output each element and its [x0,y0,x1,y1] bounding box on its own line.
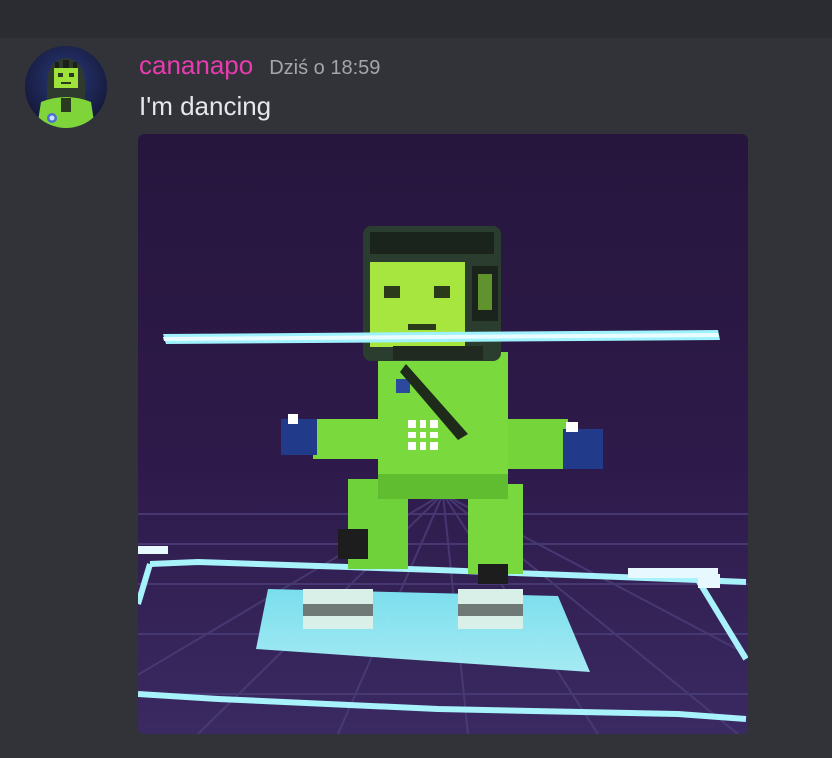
message-timestamp: Dziś o 18:59 [269,57,381,79]
username[interactable]: cananapo [139,50,253,81]
message-header: cananapo Dziś o 18:59 [139,50,380,80]
image-attachment[interactable] [138,134,748,734]
message-content: I'm dancing [139,91,272,121]
top-bar [0,0,832,38]
user-avatar[interactable] [25,46,107,128]
chat-message: cananapo Dziś o 18:59 I'm dancing [0,38,832,758]
dancing-character-image [138,134,748,734]
user-avatar-icon [25,46,107,128]
